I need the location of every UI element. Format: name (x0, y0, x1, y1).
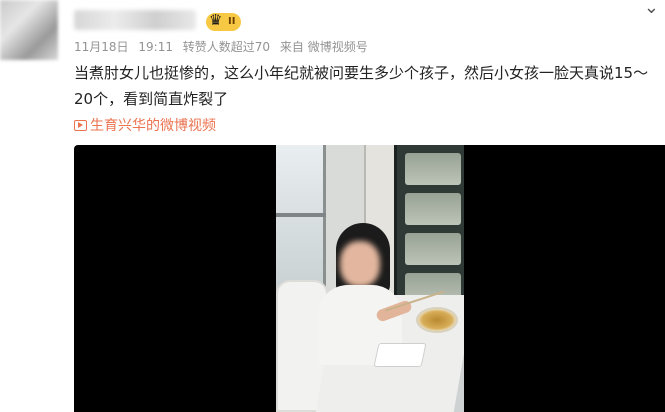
post-source[interactable]: 来自 微博视频号 (280, 40, 368, 54)
video-link-label: 生育兴华的微博视频 (90, 118, 216, 134)
avatar[interactable] (0, 0, 58, 60)
video-frame (276, 145, 464, 412)
crown-icon: ♛ (209, 11, 223, 29)
post-time[interactable]: 19:11 (138, 40, 173, 54)
post-meta: 11月18日 19:11 转赞人数超过70 来自 微博视频号 (74, 38, 374, 55)
video-link[interactable]: 生育兴华的微博视频 (74, 115, 216, 135)
post-date[interactable]: 11月18日 (74, 40, 129, 54)
vip-badge[interactable]: ♛ II (206, 11, 242, 31)
username[interactable] (74, 10, 196, 30)
noodle-bowl (416, 307, 458, 333)
plate (373, 343, 427, 367)
glass-cabinet (394, 145, 464, 320)
chevron-down-icon[interactable]: ⌄ (644, 0, 659, 18)
video-player[interactable] (74, 145, 665, 412)
repost-like-count: 转赞人数超过70 (182, 40, 271, 54)
vip-badge-level: II (228, 16, 236, 27)
video-play-icon (74, 120, 87, 131)
post-text: 当煮肘女儿也挺惨的，这么小年纪就被问要生多少个孩子，然后小女孩一脸天真说15～2… (74, 64, 649, 108)
window (276, 145, 326, 295)
